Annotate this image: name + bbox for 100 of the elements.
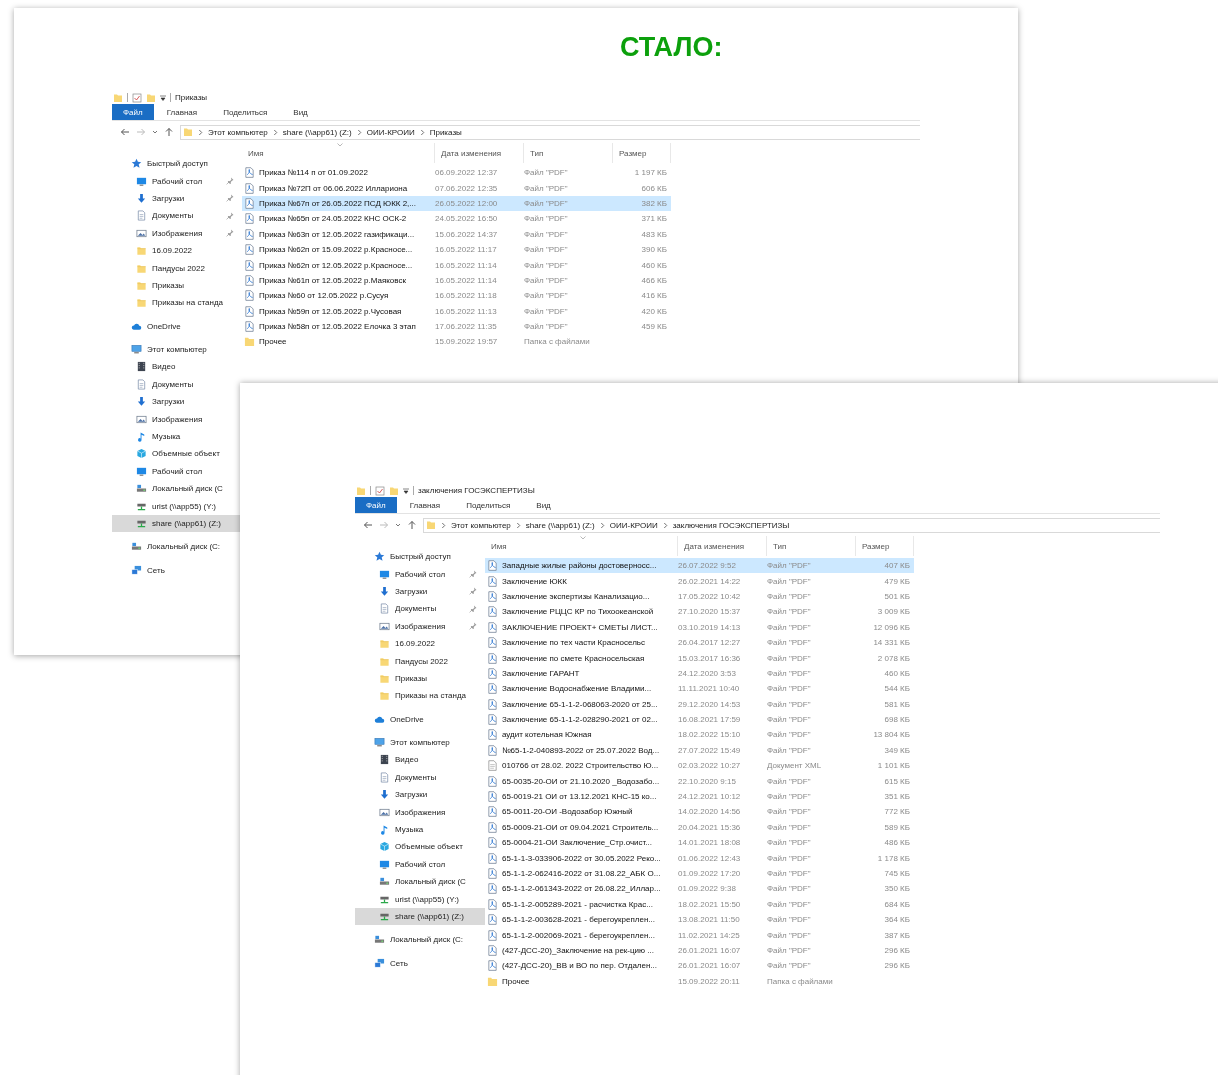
up-arrow-icon[interactable] [407,520,417,530]
file-row[interactable]: 65-1-1-2-062416-2022 от 31.08.22_АБК О... 01.09.2022 17:20 Файл "PDF" 745 КБ [485,865,914,882]
nav-item[interactable]: Музыка [112,427,242,446]
file-row[interactable]: Приказ №60 от 12.05.2022 р.Сусуя 16.05.2022 11:18 Файл "PDF" 416 КБ [242,288,671,304]
file-row[interactable]: аудит котельная Южная 18.02.2022 15:10 Файл "PDF" 13 804 КБ [485,727,914,743]
checkmark-icon[interactable] [375,485,385,496]
breadcrumb-item[interactable]: share (\\app61) (Z:) [525,520,595,530]
dropdown-icon[interactable] [403,487,409,494]
nav-item[interactable]: Изображения [355,803,485,821]
nav-item[interactable]: Документы [112,207,242,225]
address-field[interactable]: Этот компьютер share (\\app61) (Z:) ОИИ-КРОИИ Приказы [180,124,920,140]
nav-item[interactable]: OneDrive [112,317,242,335]
file-row[interactable]: Прочее 15.09.2022 20:11 Папка с файлами [485,973,914,989]
file-row[interactable]: Заключение ЮКК 26.02.2021 14:22 Файл "PDF" 479 КБ [485,573,914,589]
column-header[interactable]: Тип [767,536,856,556]
file-row[interactable]: 65-0009-21-ОИ от 09.04.2021 Строитель... 20.04.2021 15:36 Файл "PDF" 589 КБ [485,819,914,836]
file-row[interactable]: Заключение 65-1-1-2-028290-2021 от 02... 16.08.2021 17:59 Файл "PDF" 698 КБ [485,711,914,728]
file-row[interactable]: Приказ №58п от 12.05.2022 Елочка 3 этап 17.06.2022 11:35 Файл "PDF" 459 КБ [242,318,671,335]
nav-item[interactable]: Локальный диск (С: [112,538,242,556]
nav-item[interactable]: Документы [355,600,485,618]
breadcrumb-item[interactable]: share (\\app61) (Z:) [282,127,352,137]
ribbon-tab[interactable]: Главная [396,497,454,513]
file-row[interactable]: Заключение по смете Красносельская 15.03.2017 16:36 Файл "PDF" 2 078 КБ [485,650,914,666]
file-row[interactable]: Приказ №59п от 12.05.2022 р.Чусовая 16.05.2022 11:13 Файл "PDF" 420 КБ [242,303,671,319]
file-row[interactable]: Прочее 15.09.2022 19:57 Папка с файлами [242,334,671,350]
ribbon-tab[interactable]: Главная [153,104,211,120]
ribbon-tab[interactable]: Поделиться [453,497,524,513]
breadcrumb-item[interactable]: Приказы [429,127,462,137]
ribbon-tab[interactable]: Файл [112,104,154,120]
nav-item[interactable]: Быстрый доступ [112,155,242,173]
nav-item[interactable]: urist (\\app55) (Y:) [112,497,242,515]
ribbon-tab[interactable]: Поделиться [210,104,281,120]
file-row[interactable]: 65-0019-21 ОИ от 13.12.2021 КНС-15 ко... 24.12.2021 10:12 Файл "PDF" 351 КБ [485,788,914,805]
file-row[interactable]: Приказ №63п от 12.05.2022 газификаци... 15.06.2022 14:37 Файл "PDF" 483 КБ [242,226,671,242]
nav-item[interactable]: 16.09.2022 [355,634,485,653]
file-row[interactable]: 65-0035-20-ОИ от 21.10.2020 _Водозабо... 22.10.2020 9:15 Файл "PDF" 615 КБ [485,773,914,789]
nav-item[interactable]: Загрузки [355,786,485,804]
back-arrow-icon[interactable] [120,127,130,137]
file-row[interactable]: 010766 от 28.02. 2022 Строительство Ю... 02.03.2022 10:27 Документ XML 1 101 КБ [485,758,914,774]
nav-item[interactable]: Быстрый доступ [355,548,485,566]
file-row[interactable]: Приказ №114 п от 01.09.2022 06.09.2022 12:37 Файл "PDF" 1 197 КБ [242,165,671,181]
nav-item[interactable]: Изображения [112,224,242,242]
nav-item[interactable]: Сеть [112,561,242,579]
column-header[interactable]: Дата изменения [678,536,767,556]
ribbon-tab[interactable]: Вид [280,104,321,120]
breadcrumb-item[interactable]: ОИИ-КРОИИ [366,127,415,137]
breadcrumb-item[interactable]: Этот компьютер [451,520,511,530]
caret-icon[interactable] [395,522,401,528]
nav-item[interactable]: Пандусы 2022 [112,259,242,277]
nav-item[interactable]: Рабочий стол [355,855,485,874]
column-header[interactable]: Дата изменения [435,143,524,163]
file-row[interactable]: ЗАКЛЮЧЕНИЕ ПРОЕКТ+ СМЕТЫ ЛИСТ... 03.10.2019 14:13 Файл "PDF" 12 096 КБ [485,619,914,635]
file-row[interactable]: Заключение 65-1-1-2-068063-2020 от 25... 29.12.2020 14:53 Файл "PDF" 581 КБ [485,696,914,712]
file-row[interactable]: Приказ №67п от 26.05.2022 ПСД ЮКК 2,... 26.05.2022 12:00 Файл "PDF" 382 КБ [242,195,671,212]
file-row[interactable]: Заключение ГАРАНТ 24.12.2020 3:53 Файл "PDF" 460 КБ [485,665,914,682]
column-header[interactable]: Размер [856,536,914,556]
nav-item[interactable]: Приказы на станда [112,294,242,312]
nav-item[interactable]: Этот компьютер [112,340,242,359]
forward-arrow-icon[interactable] [136,127,146,137]
file-row[interactable]: Приказ №72П от 06.06.2022 Иллариона 07.06.2022 12:35 Файл "PDF" 606 КБ [242,180,671,196]
ribbon-tab[interactable]: Вид [523,497,564,513]
nav-item[interactable]: Локальный диск (С [355,873,485,891]
ribbon-tab[interactable]: Файл [355,497,397,513]
file-row[interactable]: 65-0004-21-ОИ Заключение_Стр.очист... 14.01.2021 18:08 Файл "PDF" 486 КБ [485,835,914,851]
nav-item[interactable]: Изображения [112,410,242,428]
nav-item[interactable]: Загрузки [355,582,485,601]
nav-item[interactable]: Приказы на станда [355,687,485,705]
file-row[interactable]: Приказ №61п от 12.05.2022 р.Маяковск 16.05.2022 11:14 Файл "PDF" 466 КБ [242,272,671,289]
nav-item[interactable]: urist (\\app55) (Y:) [355,890,485,908]
nav-item[interactable]: Объемные объект [112,445,242,463]
nav-item[interactable]: share (\\app61) (Z:) [355,907,485,926]
nav-item[interactable]: Загрузки [112,393,242,411]
column-header[interactable]: Имя [242,143,435,163]
nav-item[interactable]: Музыка [355,820,485,839]
column-header[interactable]: Размер [613,143,671,163]
nav-item[interactable]: Сеть [355,954,485,972]
breadcrumb-item[interactable]: Этот компьютер [208,127,268,137]
file-row[interactable]: Западные жилые районы достоверносс... 26.07.2022 9:52 Файл "PDF" 407 КБ [485,558,914,574]
file-row[interactable]: 65-1-1-2-061343-2022 от 26.08.22_Иллар... 01.09.2022 9:38 Файл "PDF" 350 КБ [485,881,914,897]
nav-item[interactable]: Изображения [355,617,485,635]
file-row[interactable]: Заключение Водоснабжение Владими... 11.11.2021 10:40 Файл "PDF" 544 КБ [485,681,914,697]
file-row[interactable]: 65-1-1-3-033906-2022 от 30.05.2022 Реко... 01.06.2022 12:43 Файл "PDF" 1 178 КБ [485,850,914,866]
file-row[interactable]: (427-ДСС-20)_ВВ и ВО по пер. Отдален... 26.01.2021 16:07 Файл "PDF" 296 КБ [485,958,914,974]
nav-item[interactable]: Пандусы 2022 [355,652,485,670]
file-row[interactable]: 65-1-1-2-002069-2021 - берегоукреплен... 11.02.2021 14:25 Файл "PDF" 387 КБ [485,927,914,943]
nav-item[interactable]: Объемные объект [355,838,485,856]
file-row[interactable]: 65-0011-20-ОИ -Водозабор Южный 14.02.2020 14:56 Файл "PDF" 772 КБ [485,804,914,820]
file-row[interactable]: Приказ №62п от 15.09.2022 р.Красносе... 16.05.2022 11:17 Файл "PDF" 390 КБ [242,241,671,258]
nav-item[interactable]: OneDrive [355,710,485,728]
file-row[interactable]: Заключение РЦЦС КР по Тихоокеанской 27.10.2020 15:37 Файл "PDF" 3 009 КБ [485,604,914,620]
nav-item[interactable]: Рабочий стол [112,172,242,190]
nav-item[interactable]: Загрузки [112,189,242,208]
nav-item[interactable]: Видео [355,751,485,769]
checkmark-icon[interactable] [132,92,142,103]
file-row[interactable]: 65-1-1-2-003628-2021 - берегоукреплен... 13.08.2021 11:50 Файл "PDF" 364 КБ [485,912,914,928]
caret-icon[interactable] [152,129,158,135]
file-row[interactable]: Приказ №62п от 12.05.2022 р.Красносе... 16.05.2022 11:14 Файл "PDF" 460 КБ [242,257,671,273]
breadcrumb-item[interactable]: заключения ГОСЭКСПЕРТИЗЫ [672,520,790,530]
file-row[interactable]: Заключение по тех части Красносельс 26.04.2017 12:27 Файл "PDF" 14 331 КБ [485,634,914,651]
nav-item[interactable]: Рабочий стол [112,462,242,481]
